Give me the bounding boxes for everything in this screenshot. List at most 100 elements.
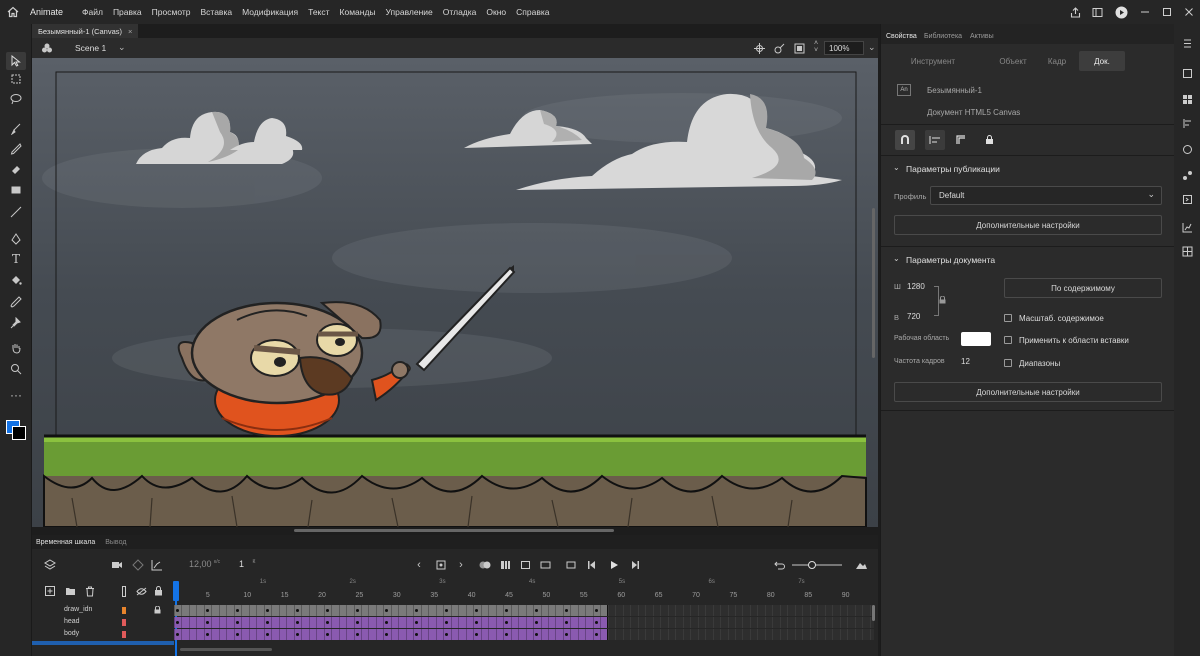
empty-frame-cell[interactable] xyxy=(637,617,639,628)
frame-cell[interactable] xyxy=(503,605,505,616)
keyframe-dot[interactable] xyxy=(265,609,269,612)
new-folder-icon[interactable] xyxy=(64,585,76,597)
empty-frame-cell[interactable] xyxy=(802,605,804,616)
empty-frame-cell[interactable] xyxy=(839,617,841,628)
frame-cell[interactable] xyxy=(450,605,452,616)
align-panel-icon[interactable] xyxy=(1180,116,1194,130)
frame-cell[interactable] xyxy=(241,605,243,616)
empty-frame-cell[interactable] xyxy=(622,629,624,640)
empty-frame-cell[interactable] xyxy=(779,617,781,628)
publish-header[interactable]: Параметры публикации xyxy=(906,164,1000,174)
docsettings-header[interactable]: Параметры документа xyxy=(906,255,995,265)
profile-select[interactable]: Default ⌄ xyxy=(930,186,1162,205)
frame-cell[interactable] xyxy=(428,617,430,628)
empty-frame-cell[interactable] xyxy=(615,605,617,616)
empty-frame-cell[interactable] xyxy=(779,605,781,616)
insert-keyframe-icon[interactable] xyxy=(434,557,448,573)
frame-cell[interactable] xyxy=(383,617,385,628)
frame-cell[interactable] xyxy=(435,629,437,640)
frame-cell[interactable] xyxy=(368,605,370,616)
frame-cell[interactable] xyxy=(361,629,362,640)
frame-cell[interactable] xyxy=(188,617,190,628)
frame-cell[interactable] xyxy=(218,605,220,616)
grid-icon[interactable] xyxy=(1180,244,1194,258)
keyframe-dot[interactable] xyxy=(594,621,598,624)
text-tool-icon[interactable]: T xyxy=(6,250,26,268)
frame-cell[interactable] xyxy=(600,617,602,628)
empty-frame-cell[interactable] xyxy=(682,629,684,640)
frame-cell[interactable] xyxy=(533,629,535,640)
layer-color-chip[interactable] xyxy=(122,607,126,614)
frame-cell[interactable] xyxy=(256,629,258,640)
paint-bucket-icon[interactable] xyxy=(6,271,26,289)
align-icon[interactable] xyxy=(925,130,945,150)
center-stage-icon[interactable] xyxy=(752,41,766,55)
checkbox-scale-content[interactable] xyxy=(1004,314,1012,322)
frame-cell[interactable] xyxy=(398,617,400,628)
zoom-field[interactable]: 100% xyxy=(824,41,864,55)
selected-layer-row[interactable] xyxy=(32,641,174,645)
frame-cell[interactable] xyxy=(458,629,460,640)
frame-cell[interactable] xyxy=(495,629,497,640)
frame-cell[interactable] xyxy=(570,617,572,628)
empty-frame-cell[interactable] xyxy=(869,617,871,628)
graph-editor-icon[interactable] xyxy=(149,557,165,573)
frame-cell[interactable] xyxy=(256,617,258,628)
frame-cell[interactable] xyxy=(316,629,318,640)
hand-icon[interactable] xyxy=(6,339,26,357)
keyframe-dot[interactable] xyxy=(325,609,329,612)
brush-icon[interactable] xyxy=(6,120,26,138)
frame-cell[interactable] xyxy=(308,629,310,640)
keyframe-dot[interactable] xyxy=(176,621,179,624)
frame-cell[interactable] xyxy=(383,605,385,616)
more-tools-icon[interactable]: ··· xyxy=(6,386,26,404)
empty-frame-cell[interactable] xyxy=(615,617,617,628)
empty-frame-cell[interactable] xyxy=(645,629,647,640)
camera-icon[interactable] xyxy=(109,557,125,573)
keyframe-dot[interactable] xyxy=(594,633,598,636)
empty-frame-cell[interactable] xyxy=(712,629,714,640)
empty-frame-cell[interactable] xyxy=(787,629,789,640)
frame-cell[interactable] xyxy=(293,629,295,640)
menu-item[interactable]: Просмотр xyxy=(147,0,196,24)
empty-frame-cell[interactable] xyxy=(847,617,849,628)
frame-cell[interactable] xyxy=(570,629,572,640)
frame-cell[interactable] xyxy=(211,605,213,616)
frame-cell[interactable] xyxy=(562,617,564,628)
frame-cell[interactable] xyxy=(450,617,452,628)
frame-cell[interactable] xyxy=(450,629,452,640)
frame-cell[interactable] xyxy=(323,629,325,640)
zoom-mountain-icon[interactable] xyxy=(854,557,868,573)
keyframe-dot[interactable] xyxy=(295,621,299,624)
frame-cell[interactable] xyxy=(480,605,482,616)
frame-cell[interactable] xyxy=(540,617,542,628)
empty-frame-cell[interactable] xyxy=(645,605,647,616)
empty-frame-cell[interactable] xyxy=(720,617,722,628)
frame-cell[interactable] xyxy=(533,617,535,628)
frame-cell[interactable] xyxy=(600,605,602,616)
frame-cell[interactable] xyxy=(375,605,377,616)
scene-chevron-icon[interactable]: ⌄ xyxy=(118,42,126,53)
frame-cell[interactable] xyxy=(525,605,527,616)
frame-cell[interactable] xyxy=(323,605,325,616)
empty-frame-cell[interactable] xyxy=(772,629,774,640)
keyframe-dot[interactable] xyxy=(355,621,359,624)
empty-frame-cell[interactable] xyxy=(749,629,751,640)
segment-tool[interactable]: Инструмент xyxy=(893,51,973,71)
snap-magnet-icon[interactable] xyxy=(895,130,915,150)
frame-cell[interactable] xyxy=(316,605,318,616)
empty-frame-cell[interactable] xyxy=(824,605,826,616)
frame-cell[interactable] xyxy=(465,605,467,616)
stage-vscrollbar[interactable] xyxy=(872,208,875,358)
frame-cell[interactable] xyxy=(233,605,235,616)
empty-frame-cell[interactable] xyxy=(652,629,654,640)
frame-cell[interactable] xyxy=(188,605,190,616)
frame-cell[interactable] xyxy=(174,605,175,616)
frame-cell[interactable] xyxy=(518,605,520,616)
empty-frame-cell[interactable] xyxy=(787,605,789,616)
empty-frame-cell[interactable] xyxy=(764,629,766,640)
frame-cell[interactable] xyxy=(592,629,594,640)
frame-cell[interactable] xyxy=(293,617,295,628)
keyframe-dot[interactable] xyxy=(325,633,329,636)
frame-cell[interactable] xyxy=(211,629,213,640)
